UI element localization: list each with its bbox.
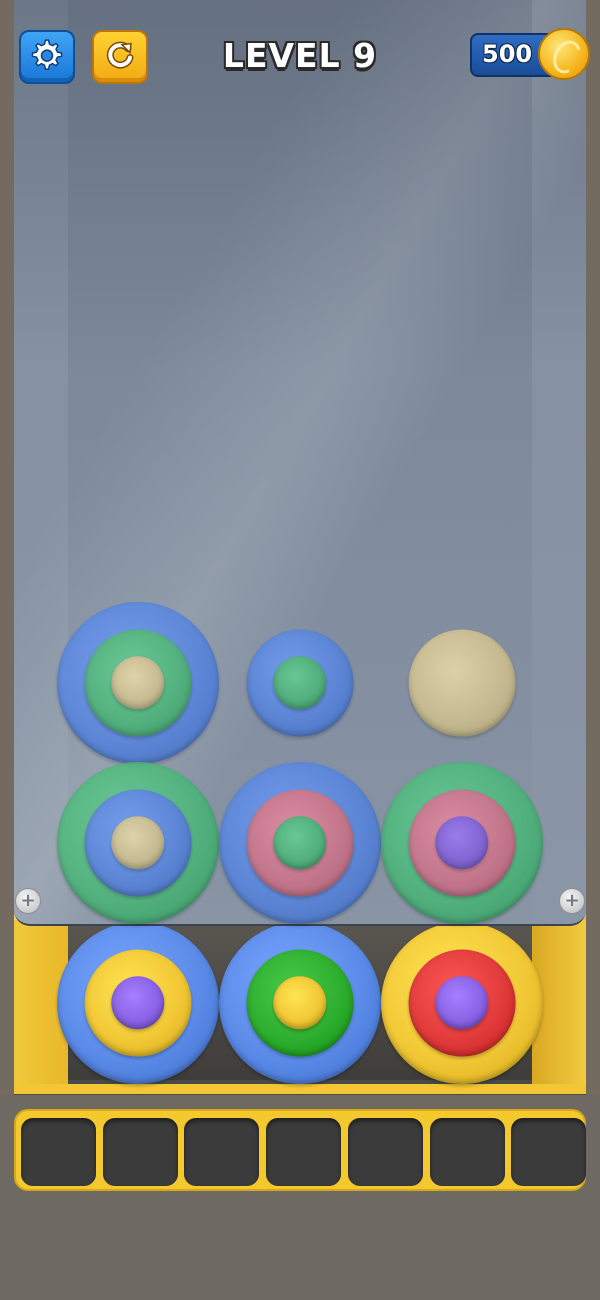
ring-stack[interactable] — [381, 762, 543, 924]
slot-tray — [14, 1109, 587, 1191]
settings-button[interactable] — [19, 30, 75, 84]
ring-stack[interactable] — [57, 762, 219, 924]
ring-stack[interactable] — [219, 602, 381, 764]
level-title: LEVEL 9 — [222, 36, 378, 75]
screw-icon: + — [15, 888, 41, 914]
ring-stack[interactable] — [381, 602, 543, 764]
ring-stack[interactable] — [219, 922, 381, 1084]
gear-icon — [31, 39, 63, 70]
tray-slot — [347, 1118, 423, 1186]
tray-slot — [266, 1118, 342, 1186]
restart-button[interactable] — [92, 30, 148, 84]
tray-slot — [102, 1118, 178, 1186]
ring-stack[interactable] — [57, 922, 219, 1084]
tray-slot — [511, 1118, 587, 1186]
ring-stack[interactable] — [219, 762, 381, 924]
right-post — [586, 0, 600, 1095]
front-box-lip — [14, 1084, 586, 1094]
tray-slot — [21, 1118, 96, 1186]
game-stage: + + LEVEL 9 500 — [0, 0, 600, 1300]
ring-stack[interactable] — [381, 922, 543, 1084]
tray-slot — [184, 1118, 260, 1186]
restart-arrow-icon — [106, 41, 134, 69]
ring-stack[interactable] — [57, 602, 219, 764]
tan-ring-layer — [408, 629, 516, 737]
coin-count: 500 — [482, 40, 533, 68]
left-post — [0, 0, 14, 1095]
tray-slot — [429, 1118, 505, 1186]
gold-coin-icon — [538, 28, 590, 80]
screw-icon: + — [559, 888, 585, 914]
